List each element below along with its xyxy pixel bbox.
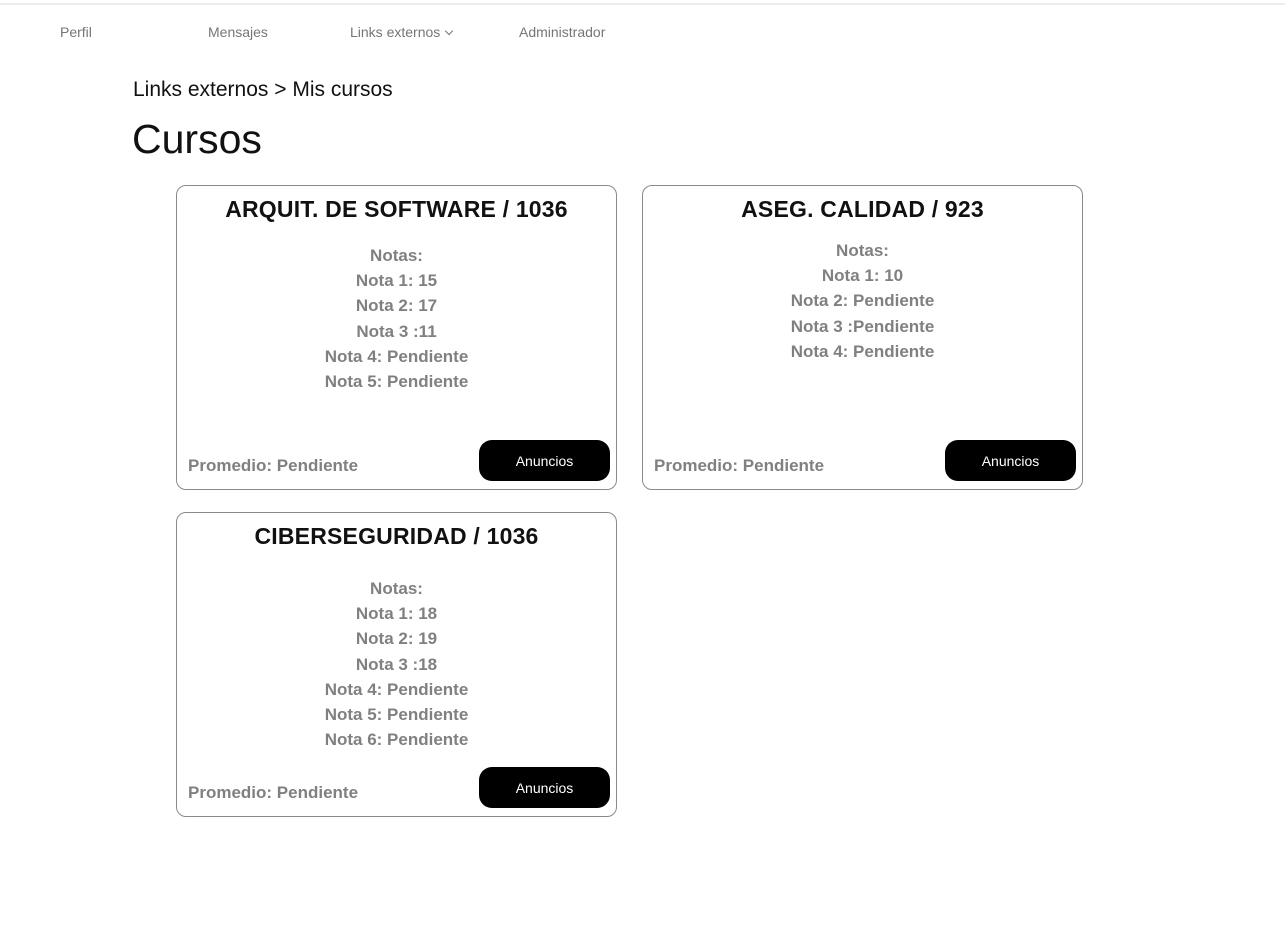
nav-administrador[interactable]: Administrador xyxy=(519,24,605,40)
promedio: Promedio: Pendiente xyxy=(188,456,359,475)
note-item: Nota 1: 10 xyxy=(821,266,904,286)
course-title: CIBERSEGURIDAD / 1036 xyxy=(254,523,539,549)
nav-mensajes[interactable]: Mensajes xyxy=(208,24,268,40)
note-item: Nota 2: Pendiente xyxy=(790,291,935,311)
notes-heading: Notas: xyxy=(836,241,889,260)
notes-heading: Notas: xyxy=(370,579,423,598)
page-title: Cursos xyxy=(132,116,262,162)
course-card: ARQUIT. DE SOFTWARE / 1036 Notas: Nota 1… xyxy=(176,185,617,490)
notes-list: Notas: Nota 1: 18 Nota 2: 19 Nota 3 :18 … xyxy=(177,576,616,752)
course-card: CIBERSEGURIDAD / 1036 Notas: Nota 1: 18 … xyxy=(176,512,617,817)
breadcrumb: Links externos > Mis cursos xyxy=(133,78,393,101)
nav-perfil[interactable]: Perfil xyxy=(60,24,92,40)
note-item: Nota 4: Pendiente xyxy=(324,346,469,366)
note-item: Nota 3 :18 xyxy=(355,654,438,674)
anuncios-button[interactable]: Anuncios xyxy=(479,440,610,481)
top-border xyxy=(0,3,1285,5)
note-item: Nota 4: Pendiente xyxy=(324,679,469,699)
note-item: Nota 5: Pendiente xyxy=(324,705,469,725)
anuncios-button[interactable]: Anuncios xyxy=(945,440,1076,481)
note-item: Nota 3 :Pendiente xyxy=(790,316,935,336)
note-item: Nota 6: Pendiente xyxy=(324,730,469,750)
notes-list: Notas: Nota 1: 15 Nota 2: 17 Nota 3 :11 … xyxy=(177,243,616,394)
course-card: ASEG. CALIDAD / 923 Notas: Nota 1: 10 No… xyxy=(642,185,1083,490)
anuncios-button[interactable]: Anuncios xyxy=(479,767,610,808)
notes-heading: Notas: xyxy=(370,246,423,265)
course-title: ARQUIT. DE SOFTWARE / 1036 xyxy=(225,196,568,222)
note-item: Nota 2: 19 xyxy=(355,629,438,649)
note-item: Nota 2: 17 xyxy=(355,296,438,316)
nav-links-externos[interactable]: Links externos xyxy=(350,24,454,40)
chevron-down-icon xyxy=(445,26,454,36)
note-item: Nota 1: 15 xyxy=(355,271,438,291)
note-item: Nota 3 :11 xyxy=(356,321,437,341)
note-item: Nota 1: 18 xyxy=(355,604,438,624)
notes-list: Notas: Nota 1: 10 Nota 2: Pendiente Nota… xyxy=(643,238,1082,364)
nav-links-externos-label: Links externos xyxy=(350,24,441,40)
note-item: Nota 4: Pendiente xyxy=(790,341,935,361)
note-item: Nota 5: Pendiente xyxy=(324,372,469,392)
promedio: Promedio: Pendiente xyxy=(188,783,359,802)
top-nav: Perfil Mensajes Links externos Administr… xyxy=(0,24,1285,42)
promedio: Promedio: Pendiente xyxy=(654,456,825,475)
course-title: ASEG. CALIDAD / 923 xyxy=(741,196,984,222)
